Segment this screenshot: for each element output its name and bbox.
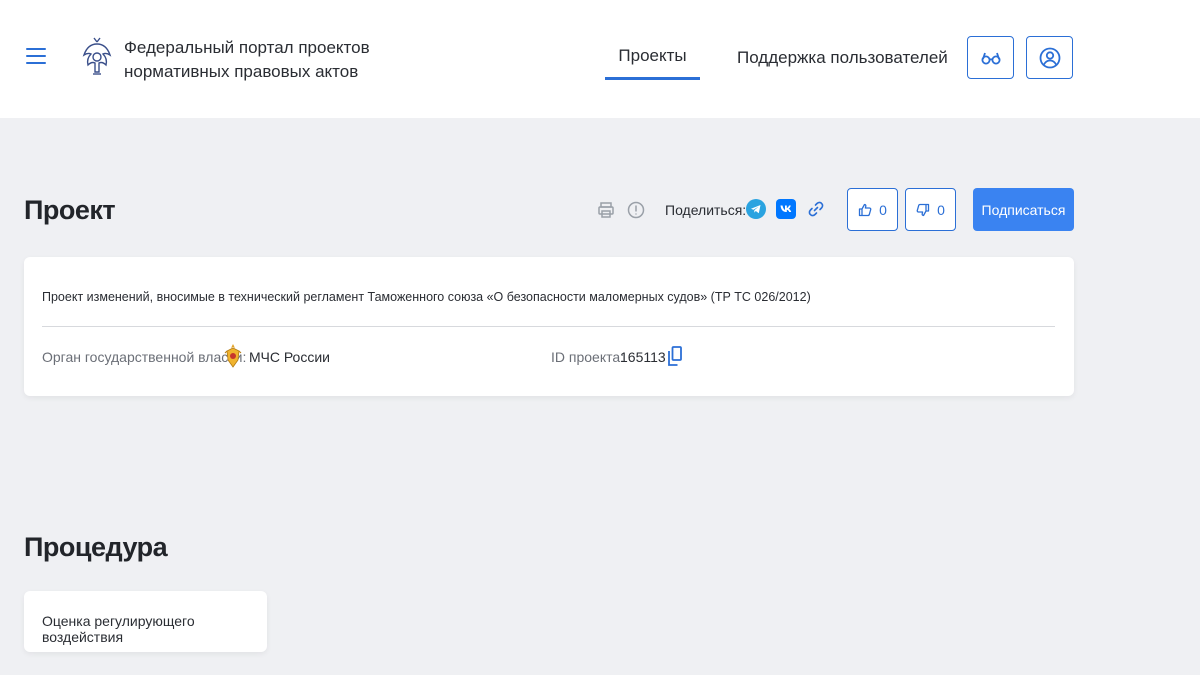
nav-support[interactable]: Поддержка пользователей	[737, 48, 948, 68]
portal-title[interactable]: Федеральный портал проектов нормативных …	[124, 36, 404, 84]
page-title: Проект	[24, 195, 116, 225]
dislike-count: 0	[937, 201, 945, 218]
nav-active-indicator	[605, 77, 700, 80]
like-button[interactable]: 0	[847, 188, 898, 231]
glasses-icon	[981, 52, 1000, 64]
copy-icon[interactable]	[668, 346, 682, 366]
print-icon[interactable]	[596, 200, 616, 220]
share-label: Поделиться:	[665, 202, 747, 218]
project-card: Проект изменений, вносимые в технический…	[24, 257, 1074, 396]
telegram-share-icon[interactable]	[746, 199, 766, 219]
portal-title-line2: нормативных правовых актов	[124, 62, 359, 81]
divider	[42, 326, 1055, 327]
thumbs-up-icon	[858, 203, 872, 216]
organ-value: МЧС России	[249, 349, 330, 365]
organ-label: Орган государственной власти:	[42, 349, 247, 365]
like-count: 0	[879, 201, 887, 218]
report-icon[interactable]	[626, 200, 646, 220]
project-id-value: 165113	[620, 349, 666, 365]
user-icon	[1039, 47, 1060, 68]
project-id-label: ID проекта:	[551, 349, 625, 365]
portal-title-line1: Федеральный портал проектов	[124, 38, 370, 57]
procedure-heading: Процедура	[24, 532, 168, 562]
subscribe-button[interactable]: Подписаться	[973, 188, 1074, 231]
procedure-stage-card[interactable]: Оценка регулирующего воздействия	[24, 591, 267, 652]
thumbs-down-icon	[916, 203, 930, 216]
site-header: Федеральный портал проектов нормативных …	[0, 0, 1200, 118]
mchs-emblem-icon	[224, 344, 242, 368]
menu-icon[interactable]	[26, 48, 46, 66]
accessibility-button[interactable]	[967, 36, 1014, 79]
vk-share-icon[interactable]	[776, 199, 796, 219]
project-description: Проект изменений, вносимые в технический…	[42, 290, 811, 304]
dislike-button[interactable]: 0	[905, 188, 956, 231]
emblem-icon[interactable]	[80, 36, 114, 78]
nav-projects[interactable]: Проекты	[605, 46, 700, 66]
procedure-stage-label: Оценка регулирующего воздействия	[42, 613, 195, 645]
user-account-button[interactable]	[1026, 36, 1073, 79]
copy-link-icon[interactable]	[806, 199, 826, 219]
